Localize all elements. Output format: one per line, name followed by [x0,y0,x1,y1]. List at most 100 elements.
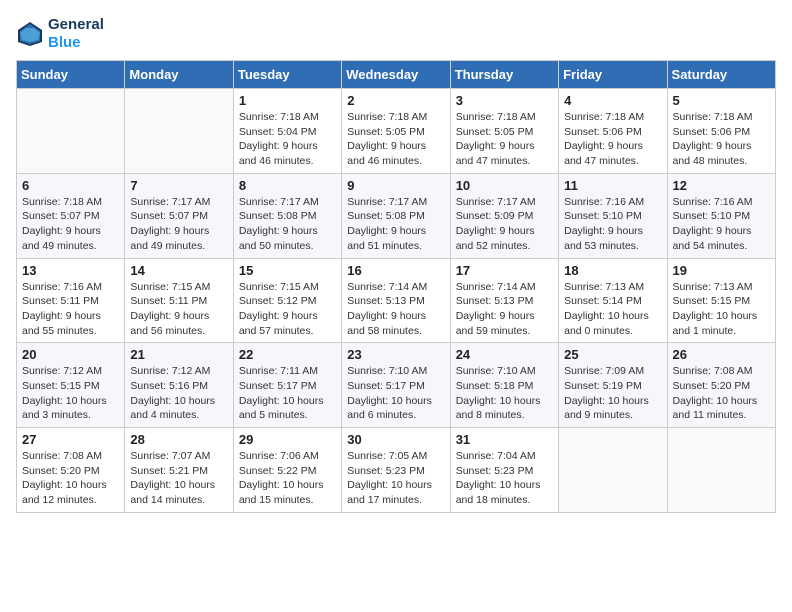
day-info: Sunrise: 7:10 AM Sunset: 5:17 PM Dayligh… [347,364,444,423]
day-number: 5 [673,93,770,108]
weekday-header-sunday: Sunday [17,61,125,89]
weekday-header-friday: Friday [559,61,667,89]
day-number: 6 [22,178,119,193]
day-info: Sunrise: 7:05 AM Sunset: 5:23 PM Dayligh… [347,449,444,508]
day-number: 26 [673,347,770,362]
day-number: 17 [456,263,553,278]
day-number: 18 [564,263,661,278]
day-info: Sunrise: 7:18 AM Sunset: 5:04 PM Dayligh… [239,110,336,169]
day-info: Sunrise: 7:13 AM Sunset: 5:15 PM Dayligh… [673,280,770,339]
day-info: Sunrise: 7:18 AM Sunset: 5:06 PM Dayligh… [564,110,661,169]
day-number: 30 [347,432,444,447]
calendar-cell: 25 Sunrise: 7:09 AM Sunset: 5:19 PM Dayli… [559,343,667,428]
day-info: Sunrise: 7:06 AM Sunset: 5:22 PM Dayligh… [239,449,336,508]
day-number: 1 [239,93,336,108]
day-info: Sunrise: 7:18 AM Sunset: 5:05 PM Dayligh… [456,110,553,169]
page-header: General Blue [16,16,776,52]
day-info: Sunrise: 7:10 AM Sunset: 5:18 PM Dayligh… [456,364,553,423]
weekday-header-wednesday: Wednesday [342,61,450,89]
day-number: 22 [239,347,336,362]
weekday-header-monday: Monday [125,61,233,89]
calendar-cell [667,428,775,513]
calendar-cell: 7Sunrise: 7:17 AM Sunset: 5:07 PM Daylig… [125,173,233,258]
calendar-cell: 15Sunrise: 7:15 AM Sunset: 5:12 PM Dayli… [233,258,341,343]
logo-text: General Blue [48,16,104,52]
calendar-cell: 20 Sunrise: 7:12 AM Sunset: 5:15 PM Dayli… [17,343,125,428]
day-info: Sunrise: 7:17 AM Sunset: 5:07 PM Dayligh… [130,195,227,254]
calendar-cell: 6 Sunrise: 7:18 AM Sunset: 5:07 PM Daylig… [17,173,125,258]
calendar-week-2: 6 Sunrise: 7:18 AM Sunset: 5:07 PM Daylig… [17,173,776,258]
calendar-cell: 11 Sunrise: 7:16 AM Sunset: 5:10 PM Dayli… [559,173,667,258]
calendar-cell: 24 Sunrise: 7:10 AM Sunset: 5:18 PM Dayli… [450,343,558,428]
day-info: Sunrise: 7:16 AM Sunset: 5:10 PM Dayligh… [564,195,661,254]
day-number: 25 [564,347,661,362]
calendar-body: 1 Sunrise: 7:18 AM Sunset: 5:04 PM Daylig… [17,89,776,513]
day-info: Sunrise: 7:13 AM Sunset: 5:14 PM Dayligh… [564,280,661,339]
day-number: 16 [347,263,444,278]
calendar-cell: 3 Sunrise: 7:18 AM Sunset: 5:05 PM Daylig… [450,89,558,174]
day-number: 3 [456,93,553,108]
calendar-cell [125,89,233,174]
logo: General Blue [16,16,104,52]
day-number: 14 [130,263,227,278]
day-info: Sunrise: 7:17 AM Sunset: 5:08 PM Dayligh… [347,195,444,254]
calendar-cell: 30 Sunrise: 7:05 AM Sunset: 5:23 PM Dayli… [342,428,450,513]
day-info: Sunrise: 7:17 AM Sunset: 5:08 PM Dayligh… [239,195,336,254]
day-info: Sunrise: 7:07 AM Sunset: 5:21 PM Dayligh… [130,449,227,508]
calendar-cell: 18 Sunrise: 7:13 AM Sunset: 5:14 PM Dayli… [559,258,667,343]
calendar-table: SundayMondayTuesdayWednesdayThursdayFrid… [16,60,776,513]
calendar-cell: 16 Sunrise: 7:14 AM Sunset: 5:13 PM Dayli… [342,258,450,343]
calendar-cell: 2Sunrise: 7:18 AM Sunset: 5:05 PM Daylig… [342,89,450,174]
calendar-week-4: 20 Sunrise: 7:12 AM Sunset: 5:15 PM Dayli… [17,343,776,428]
day-info: Sunrise: 7:08 AM Sunset: 5:20 PM Dayligh… [673,364,770,423]
calendar-week-3: 13 Sunrise: 7:16 AM Sunset: 5:11 PM Dayli… [17,258,776,343]
calendar-cell: 9 Sunrise: 7:17 AM Sunset: 5:08 PM Daylig… [342,173,450,258]
day-number: 13 [22,263,119,278]
calendar-cell: 10 Sunrise: 7:17 AM Sunset: 5:09 PM Dayli… [450,173,558,258]
day-info: Sunrise: 7:17 AM Sunset: 5:09 PM Dayligh… [456,195,553,254]
day-number: 24 [456,347,553,362]
calendar-cell: 22 Sunrise: 7:11 AM Sunset: 5:17 PM Dayli… [233,343,341,428]
day-info: Sunrise: 7:12 AM Sunset: 5:16 PM Dayligh… [130,364,227,423]
day-info: Sunrise: 7:18 AM Sunset: 5:06 PM Dayligh… [673,110,770,169]
day-info: Sunrise: 7:18 AM Sunset: 5:07 PM Dayligh… [22,195,119,254]
calendar-cell: 19Sunrise: 7:13 AM Sunset: 5:15 PM Dayli… [667,258,775,343]
day-number: 9 [347,178,444,193]
calendar-cell [17,89,125,174]
day-number: 8 [239,178,336,193]
day-number: 23 [347,347,444,362]
day-number: 21 [130,347,227,362]
calendar-cell: 5 Sunrise: 7:18 AM Sunset: 5:06 PM Daylig… [667,89,775,174]
day-info: Sunrise: 7:09 AM Sunset: 5:19 PM Dayligh… [564,364,661,423]
calendar-cell: 8 Sunrise: 7:17 AM Sunset: 5:08 PM Daylig… [233,173,341,258]
calendar-cell: 23 Sunrise: 7:10 AM Sunset: 5:17 PM Dayli… [342,343,450,428]
day-number: 29 [239,432,336,447]
calendar-cell: 12 Sunrise: 7:16 AM Sunset: 5:10 PM Dayli… [667,173,775,258]
calendar-cell: 31Sunrise: 7:04 AM Sunset: 5:23 PM Dayli… [450,428,558,513]
calendar-cell [559,428,667,513]
calendar-cell: 27Sunrise: 7:08 AM Sunset: 5:20 PM Dayli… [17,428,125,513]
day-number: 31 [456,432,553,447]
calendar-week-5: 27Sunrise: 7:08 AM Sunset: 5:20 PM Dayli… [17,428,776,513]
day-number: 15 [239,263,336,278]
day-info: Sunrise: 7:14 AM Sunset: 5:13 PM Dayligh… [456,280,553,339]
day-info: Sunrise: 7:14 AM Sunset: 5:13 PM Dayligh… [347,280,444,339]
day-info: Sunrise: 7:15 AM Sunset: 5:11 PM Dayligh… [130,280,227,339]
day-info: Sunrise: 7:16 AM Sunset: 5:10 PM Dayligh… [673,195,770,254]
weekday-header-tuesday: Tuesday [233,61,341,89]
calendar-cell: 4Sunrise: 7:18 AM Sunset: 5:06 PM Daylig… [559,89,667,174]
day-info: Sunrise: 7:16 AM Sunset: 5:11 PM Dayligh… [22,280,119,339]
weekday-header-thursday: Thursday [450,61,558,89]
day-info: Sunrise: 7:12 AM Sunset: 5:15 PM Dayligh… [22,364,119,423]
day-number: 12 [673,178,770,193]
day-number: 11 [564,178,661,193]
day-number: 10 [456,178,553,193]
calendar-cell: 28Sunrise: 7:07 AM Sunset: 5:21 PM Dayli… [125,428,233,513]
day-info: Sunrise: 7:11 AM Sunset: 5:17 PM Dayligh… [239,364,336,423]
calendar-cell: 1 Sunrise: 7:18 AM Sunset: 5:04 PM Daylig… [233,89,341,174]
calendar-cell: 14 Sunrise: 7:15 AM Sunset: 5:11 PM Dayli… [125,258,233,343]
day-info: Sunrise: 7:08 AM Sunset: 5:20 PM Dayligh… [22,449,119,508]
day-number: 20 [22,347,119,362]
calendar-cell: 21 Sunrise: 7:12 AM Sunset: 5:16 PM Dayli… [125,343,233,428]
logo-icon [16,20,44,48]
